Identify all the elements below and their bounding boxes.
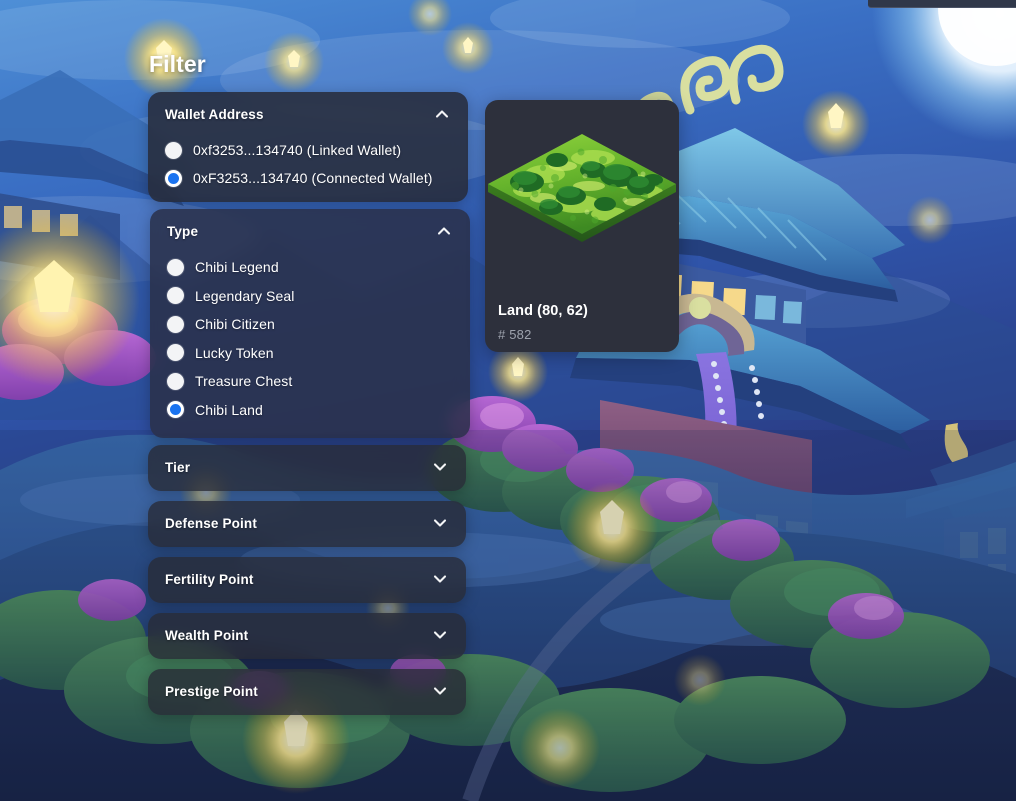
filter-section-type: Type Chibi Legend Legendary Seal Chibi C… [150,209,470,438]
filter-section-fertility-point[interactable]: Fertility Point [148,557,466,603]
radio-option-lucky-token[interactable]: Lucky Token [150,339,470,368]
radio-indicator[interactable] [167,315,184,333]
radio-option-chibi-land[interactable]: Chibi Land [150,396,470,425]
filter-section-label: Fertility Point [165,571,254,587]
filter-section-header-type[interactable]: Type [150,209,470,253]
radio-indicator[interactable] [167,287,184,305]
radio-option-chibi-legend[interactable]: Chibi Legend [150,253,470,282]
radio-option-label: Treasure Chest [195,373,293,390]
chevron-down-icon[interactable] [431,682,449,700]
radio-option-connected-wallet[interactable]: 0xF3253...134740 (Connected Wallet) [148,164,468,192]
nft-card[interactable]: Land (80, 62) # 582 [485,100,679,352]
filter-section-defense-point[interactable]: Defense Point [148,501,466,547]
radio-indicator[interactable] [167,258,184,276]
filter-section-header-wealth-point[interactable]: Wealth Point [148,613,466,657]
chevron-down-icon[interactable] [431,458,449,476]
chevron-down-icon[interactable] [431,514,449,532]
radio-option-label: 0xf3253...134740 (Linked Wallet) [193,142,402,158]
filter-section-label: Wallet Address [165,106,264,122]
radio-indicator-selected[interactable] [167,401,184,419]
radio-indicator[interactable] [167,344,184,362]
chevron-up-icon[interactable] [433,105,451,123]
window-chrome-fragment [868,0,1016,8]
filter-section-header-defense-point[interactable]: Defense Point [148,501,466,545]
filter-section-label: Prestige Point [165,683,258,699]
filter-section-header-prestige-point[interactable]: Prestige Point [148,669,466,713]
chevron-down-icon[interactable] [431,570,449,588]
filter-section-label: Tier [165,459,191,475]
radio-indicator[interactable] [167,372,184,390]
radio-option-label: Chibi Land [195,401,263,418]
filter-section-label: Defense Point [165,515,257,531]
filter-section-label: Wealth Point [165,627,249,643]
filter-section-prestige-point[interactable]: Prestige Point [148,669,466,715]
radio-option-linked-wallet[interactable]: 0xf3253...134740 (Linked Wallet) [148,136,468,164]
radio-indicator-selected[interactable] [165,169,182,187]
page-title: Filter [149,51,206,77]
radio-option-legendary-seal[interactable]: Legendary Seal [150,282,470,311]
nft-card-id: # 582 [498,327,532,342]
filter-section-label: Type [167,223,199,239]
radio-option-treasure-chest[interactable]: Treasure Chest [150,367,470,396]
filter-section-header-tier[interactable]: Tier [148,445,466,489]
radio-option-label: Lucky Token [195,344,274,361]
radio-indicator[interactable] [165,141,182,159]
isometric-land-tile-icon [485,100,679,300]
filter-section-wealth-point[interactable]: Wealth Point [148,613,466,659]
filter-section-wallet-address: Wallet Address 0xf3253...134740 (Linked … [148,92,468,202]
radio-option-label: Chibi Citizen [195,316,275,333]
radio-option-label: Chibi Legend [195,259,279,276]
radio-option-chibi-citizen[interactable]: Chibi Citizen [150,310,470,339]
filter-section-tier[interactable]: Tier [148,445,466,491]
nft-card-title: Land (80, 62) [498,303,588,319]
chevron-down-icon[interactable] [431,626,449,644]
chevron-up-icon[interactable] [435,222,453,240]
filter-section-header-wallet-address[interactable]: Wallet Address [148,92,468,136]
radio-option-label: 0xF3253...134740 (Connected Wallet) [193,170,433,186]
filter-section-header-fertility-point[interactable]: Fertility Point [148,557,466,601]
radio-option-label: Legendary Seal [195,287,295,304]
